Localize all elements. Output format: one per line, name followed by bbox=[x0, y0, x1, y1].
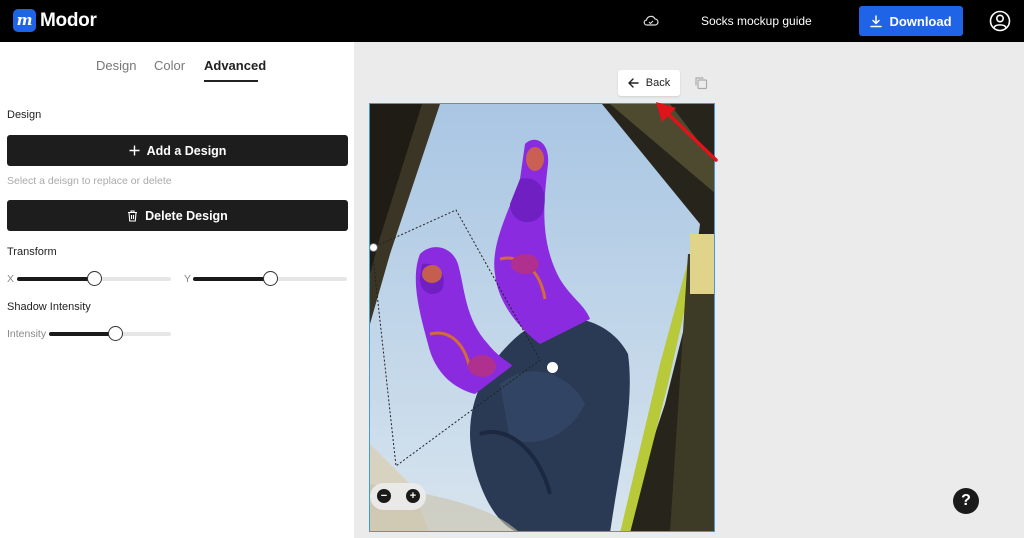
y-slider-label: Y bbox=[184, 273, 192, 285]
add-design-button[interactable]: Add a Design bbox=[7, 135, 348, 166]
intensity-slider[interactable] bbox=[49, 326, 171, 341]
intensity-slider-label: Intensity bbox=[7, 328, 47, 340]
transform-section-label: Transform bbox=[7, 246, 57, 258]
delete-design-label: Delete Design bbox=[145, 208, 228, 223]
app-logo[interactable]: m Modor bbox=[13, 9, 97, 32]
x-slider[interactable] bbox=[17, 271, 171, 286]
active-tab-indicator bbox=[204, 80, 258, 82]
panel-tabs: Design Color Advanced bbox=[0, 58, 354, 84]
top-bar: m Modor Socks mockup guide Download bbox=[0, 0, 1024, 42]
y-slider-thumb[interactable] bbox=[263, 271, 278, 286]
zoom-out-icon[interactable]: − bbox=[377, 489, 391, 503]
red-annotation-arrow bbox=[656, 102, 718, 162]
trash-icon bbox=[127, 209, 138, 222]
tab-color[interactable]: Color bbox=[154, 58, 185, 73]
properties-panel: Design Color Advanced Design Add a Desig… bbox=[0, 42, 354, 538]
back-label: Back bbox=[645, 77, 671, 89]
y-slider[interactable] bbox=[193, 271, 347, 286]
tab-advanced[interactable]: Advanced bbox=[204, 58, 266, 73]
shadow-section-label: Shadow Intensity bbox=[7, 301, 91, 313]
download-icon bbox=[870, 14, 883, 27]
zoom-controls: − + bbox=[370, 483, 426, 510]
intensity-slider-fill bbox=[49, 332, 115, 336]
download-button[interactable]: Download bbox=[859, 6, 963, 36]
intensity-slider-thumb[interactable] bbox=[107, 326, 123, 341]
y-slider-fill bbox=[193, 277, 270, 281]
mockup-canvas[interactable] bbox=[369, 103, 715, 532]
rotate-handle[interactable] bbox=[370, 243, 378, 252]
add-design-label: Add a Design bbox=[146, 143, 227, 158]
account-icon[interactable] bbox=[989, 10, 1011, 32]
help-button[interactable]: ? bbox=[953, 488, 979, 514]
app-name: Modor bbox=[40, 9, 97, 31]
back-button[interactable]: Back bbox=[618, 70, 680, 96]
delete-design-button[interactable]: Delete Design bbox=[7, 200, 348, 231]
design-bounding-box[interactable] bbox=[370, 104, 715, 532]
design-section-label: Design bbox=[7, 109, 42, 121]
document-title: Socks mockup guide bbox=[701, 14, 812, 28]
download-label: Download bbox=[889, 13, 952, 29]
copy-icon[interactable] bbox=[694, 76, 708, 90]
zoom-in-icon[interactable]: + bbox=[406, 489, 420, 503]
move-handle[interactable] bbox=[547, 362, 558, 373]
cloud-icon[interactable] bbox=[643, 14, 659, 28]
arrow-left-icon bbox=[628, 78, 639, 88]
x-slider-thumb[interactable] bbox=[87, 271, 102, 286]
tab-design[interactable]: Design bbox=[96, 58, 136, 73]
logo-mark: m bbox=[13, 9, 36, 32]
design-hint: Select a deisgn to replace or delete bbox=[7, 175, 172, 187]
x-slider-label: X bbox=[7, 273, 15, 285]
x-slider-fill bbox=[17, 277, 94, 281]
plus-icon bbox=[129, 145, 140, 156]
